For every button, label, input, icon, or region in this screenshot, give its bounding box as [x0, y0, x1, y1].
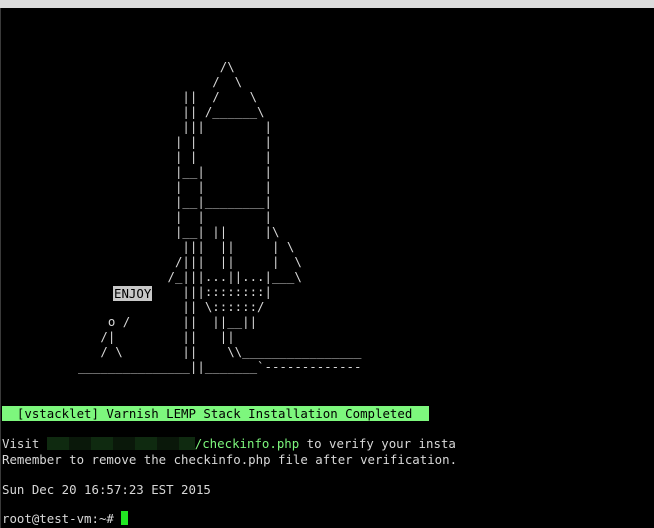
completion-banner: [vstacklet] Varnish LEMP Stack Installat… [2, 406, 429, 421]
redacted-host [46, 437, 195, 450]
visit-suffix: to verify your insta [299, 436, 456, 451]
window-top-border [0, 0, 654, 8]
visit-prefix: Visit [2, 436, 47, 451]
window-left-border [0, 8, 1, 528]
ascii-rocket-art: /\ / \ || / \ || /______\ ||| | | | | | … [78, 59, 362, 374]
reminder-line: Remember to remove the checkinfo.php fil… [2, 452, 458, 467]
enjoy-label: ENJOY [113, 286, 153, 301]
terminal-cursor [121, 511, 129, 525]
visit-line: Visit /checkinfo.php to verify your inst… [2, 436, 456, 451]
prompt-line[interactable]: root@test-vm:~# [2, 511, 129, 526]
shell-prompt: root@test-vm:~# [2, 511, 122, 526]
checkinfo-link[interactable]: /checkinfo.php [195, 436, 299, 451]
timestamp-line: Sun Dec 20 16:57:23 EST 2015 [2, 482, 211, 497]
